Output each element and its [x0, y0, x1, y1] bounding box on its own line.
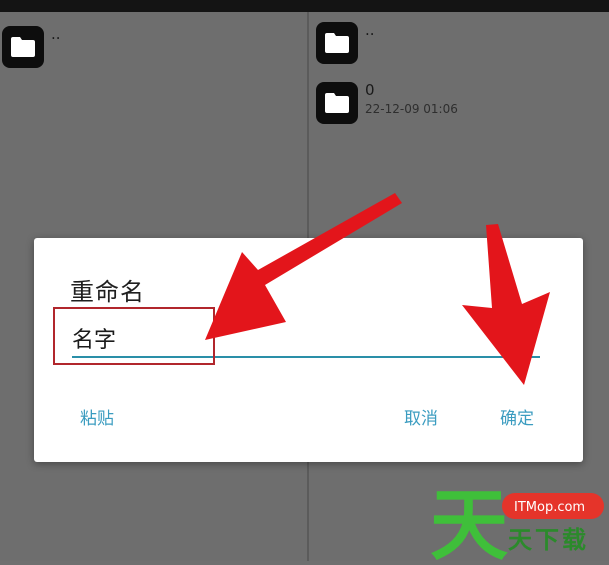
list-item-folder[interactable]: 0 22-12-09 01:06: [316, 82, 458, 124]
file-name: 0: [365, 81, 375, 99]
list-item-parent-dir[interactable]: ..: [2, 26, 61, 68]
folder-icon: [325, 93, 349, 113]
rename-dialog: 重命名 粘贴 取消 确定: [34, 238, 583, 462]
folder-icon: [11, 37, 35, 57]
folder-tile: [2, 26, 44, 68]
watermark-logo: 天 ITMop.com 天下载: [430, 481, 604, 565]
folder-tile: [316, 82, 358, 124]
watermark-site-text: ITMop.com: [514, 500, 585, 515]
file-date: 22-12-09 01:06: [365, 102, 458, 116]
watermark-brand-text: 天下载: [508, 526, 589, 554]
paste-button[interactable]: 粘贴: [80, 404, 114, 429]
folder-icon: [325, 33, 349, 53]
confirm-button[interactable]: 确定: [500, 404, 534, 429]
watermark: 天 ITMop.com 天下载: [428, 480, 609, 565]
rename-input[interactable]: [72, 320, 540, 358]
watermark-logo-glyph: 天: [430, 481, 508, 561]
file-name: ..: [365, 21, 375, 39]
folder-tile: [316, 22, 358, 64]
cancel-button[interactable]: 取消: [404, 404, 438, 429]
file-name: ..: [51, 25, 61, 43]
list-item-parent-dir[interactable]: ..: [316, 22, 375, 64]
dialog-title: 重命名: [70, 278, 145, 306]
top-status-bar: [0, 0, 609, 12]
